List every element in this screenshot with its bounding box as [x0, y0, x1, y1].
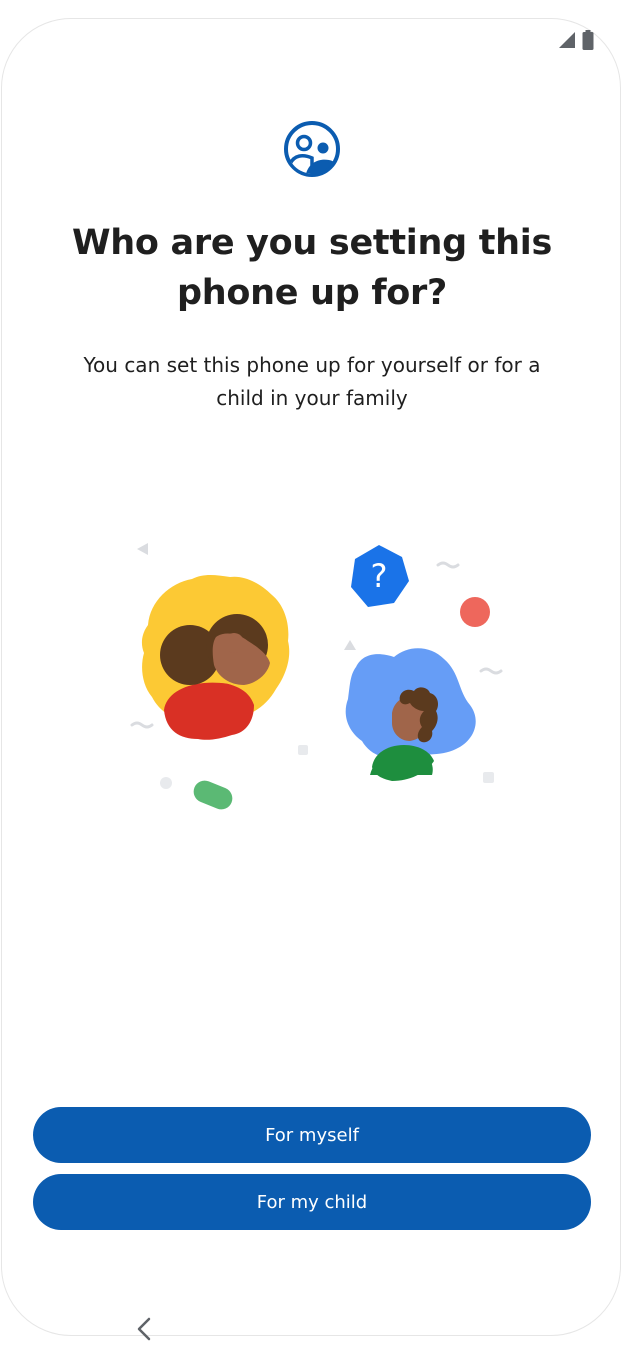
page-title: Who are you setting this phone up for?	[72, 223, 552, 313]
confetti-squiggle	[479, 667, 503, 675]
for-myself-button[interactable]: For myself	[33, 1107, 591, 1163]
confetti-square	[298, 745, 308, 755]
question-badge: ?	[351, 545, 409, 607]
family-icon	[284, 121, 340, 177]
confetti-squiggle	[130, 721, 154, 729]
setup-screen: Who are you setting this phone up for? Y…	[0, 0, 624, 1362]
cell-signal-icon	[559, 32, 575, 48]
confetti-square	[483, 772, 494, 783]
page-subtitle: You can set this phone up for yourself o…	[83, 353, 541, 410]
confetti-squiggle	[436, 561, 460, 569]
battery-icon	[582, 30, 594, 50]
green-pill	[193, 780, 233, 810]
confetti-triangle	[137, 543, 148, 555]
confetti-triangle-small	[344, 640, 356, 650]
for-my-child-button[interactable]: For my child	[33, 1174, 591, 1230]
confetti-dot	[160, 777, 172, 789]
back-chevron-icon[interactable]	[130, 1314, 158, 1344]
parent-figure	[141, 575, 290, 740]
svg-text:?: ?	[371, 557, 388, 595]
status-bar	[558, 30, 594, 50]
parent-and-child-illustration: ?	[130, 543, 503, 810]
child-figure	[345, 648, 476, 781]
red-dot	[460, 597, 490, 627]
